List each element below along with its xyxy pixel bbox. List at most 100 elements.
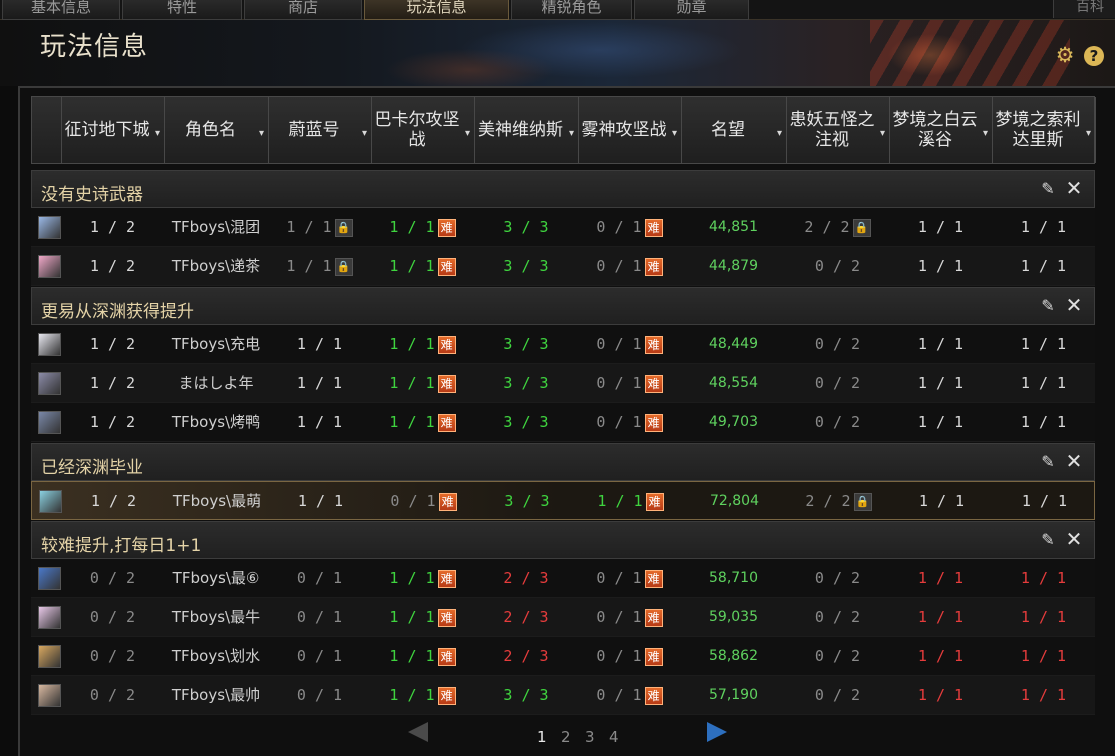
page-link-2[interactable]: 2 bbox=[561, 728, 571, 746]
sort-arrow-icon[interactable]: ▾ bbox=[1086, 124, 1091, 144]
table-row[interactable]: 0 / 2 TFboys\最⑥ 0 / 11 / 1难2 / 30 / 1 难 58,7… bbox=[31, 559, 1095, 598]
table-row[interactable]: 1 / 2 TFboys\混团 1 / 1 🔒 1 / 1难3 / 30 / 1 难 44,… bbox=[31, 208, 1095, 247]
venus-cell-value: 2 / 3 bbox=[503, 569, 549, 587]
tab-5[interactable]: 勋章 bbox=[634, 0, 749, 20]
table-row[interactable]: 1 / 2 TFboys\烤鸭 1 / 11 / 1难3 / 30 / 1 难 49,7… bbox=[31, 403, 1095, 442]
column-header-3[interactable]: 蔚蓝号 ▾ bbox=[269, 97, 372, 163]
group-header: 已经深渊毕业 ✎ ✕ bbox=[31, 443, 1095, 481]
wushen-cell: 1 / 1难 bbox=[579, 482, 682, 521]
table-row[interactable]: 0 / 2 TFboys\最帅 0 / 11 / 1难3 / 30 / 1 难 57,1… bbox=[31, 676, 1095, 715]
sort-arrow-icon[interactable]: ▾ bbox=[672, 124, 677, 144]
column-header-6[interactable]: 雾神攻坚战 ▾ bbox=[579, 97, 682, 163]
wuyao-cell: 2 / 2 🔒 bbox=[786, 208, 889, 247]
next-page-icon[interactable] bbox=[707, 722, 727, 742]
bakal-cell: 1 / 1难 bbox=[371, 676, 474, 715]
close-icon[interactable]: ✕ bbox=[1065, 295, 1083, 315]
tab-3[interactable]: 玩法信息 bbox=[364, 0, 509, 20]
dungeon-cell: 0 / 2 bbox=[61, 676, 164, 715]
help-icon[interactable]: ? bbox=[1084, 46, 1104, 66]
table-row[interactable]: 0 / 2 TFboys\划水 0 / 11 / 1难2 / 30 / 1 难 58,8… bbox=[31, 637, 1095, 676]
sort-arrow-icon[interactable]: ▾ bbox=[362, 124, 367, 144]
bakal-cell: 1 / 1难 bbox=[371, 403, 474, 442]
table-row[interactable]: 1 / 2 TFboys\最萌 1 / 10 / 1难3 / 31 / 1 难 72,8… bbox=[31, 481, 1095, 520]
venus-cell: 3 / 3 bbox=[474, 208, 578, 247]
column-header-8[interactable]: 患妖五怪之注视 ▾ bbox=[787, 97, 890, 163]
column-header-5[interactable]: 美神维纳斯 ▾ bbox=[475, 97, 579, 163]
edit-icon[interactable]: ✎ bbox=[1039, 453, 1057, 471]
wushen-cell-value: 0 / 1 bbox=[596, 413, 642, 431]
prev-page-icon[interactable] bbox=[408, 722, 428, 742]
solidaris-cell-value: 1 / 1 bbox=[1021, 492, 1068, 510]
hard-badge: 难 bbox=[644, 608, 663, 627]
hard-badge: 难 bbox=[644, 569, 663, 588]
bakal-cell-value: 1 / 1 bbox=[389, 569, 435, 587]
gear-icon[interactable]: ⚙ bbox=[1054, 44, 1076, 66]
table-row[interactable]: 1 / 2 TFboys\递茶 1 / 1 🔒 1 / 1难3 / 30 / 1 难 44,… bbox=[31, 247, 1095, 286]
dungeon-cell: 1 / 2 bbox=[61, 247, 164, 286]
weilan-cell: 0 / 1 bbox=[268, 559, 371, 598]
solidaris-cell-value: 1 / 1 bbox=[1020, 374, 1067, 392]
baiyun-cell-value: 1 / 1 bbox=[917, 413, 964, 431]
fame-cell-value: 59,035 bbox=[709, 609, 758, 625]
tab-encyclopedia[interactable]: 百科 bbox=[1053, 0, 1115, 18]
sort-arrow-icon[interactable]: ▾ bbox=[155, 124, 160, 144]
character-name-cell: まはしよ年 bbox=[164, 364, 268, 403]
venus-cell: 2 / 3 bbox=[474, 637, 578, 676]
solidaris-cell-value: 1 / 1 bbox=[1020, 413, 1067, 431]
sort-arrow-icon[interactable]: ▾ bbox=[465, 124, 470, 144]
column-header-10[interactable]: 梦境之索利达里斯 ▾ bbox=[993, 97, 1096, 163]
weilan-cell-value: 1 / 1 bbox=[296, 335, 343, 353]
character-name-cell-value: TFboys\最萌 bbox=[172, 492, 262, 510]
wuyao-cell-value: 2 / 2 bbox=[804, 218, 850, 236]
wushen-cell-value: 0 / 1 bbox=[596, 608, 642, 626]
edit-icon[interactable]: ✎ bbox=[1039, 297, 1057, 315]
tab-0[interactable]: 基本信息 bbox=[2, 0, 120, 20]
wushen-cell: 0 / 1难 bbox=[578, 208, 681, 247]
page-link-1[interactable]: 1 bbox=[537, 728, 547, 746]
sort-arrow-icon[interactable]: ▾ bbox=[569, 124, 574, 144]
baiyun-cell: 1 / 1 bbox=[889, 325, 992, 364]
edit-icon[interactable]: ✎ bbox=[1039, 180, 1057, 198]
sort-arrow-icon[interactable]: ▾ bbox=[880, 124, 885, 144]
solidaris-cell: 1 / 1 bbox=[992, 559, 1095, 598]
wushen-cell-value: 0 / 1 bbox=[596, 569, 642, 587]
group-title: 较难提升,打每日1+1 bbox=[41, 536, 202, 556]
column-header-4[interactable]: 巴卡尔攻坚战 ▾ bbox=[372, 97, 475, 163]
column-header-9[interactable]: 梦境之白云溪谷 ▾ bbox=[890, 97, 993, 163]
solidaris-cell: 1 / 1 bbox=[992, 208, 1095, 247]
column-header-1[interactable]: 征讨地下城 ▾ bbox=[62, 97, 165, 163]
column-header-7[interactable]: 名望 ▾ bbox=[682, 97, 787, 163]
edit-icon[interactable]: ✎ bbox=[1039, 531, 1057, 549]
bakal-cell-value: 1 / 1 bbox=[389, 218, 435, 236]
solidaris-cell: 1 / 1 bbox=[993, 482, 1096, 521]
table-row[interactable]: 0 / 2 TFboys\最牛 0 / 11 / 1难2 / 30 / 1 难 59,0… bbox=[31, 598, 1095, 637]
weilan-cell-value: 1 / 1 bbox=[296, 374, 343, 392]
tab-1[interactable]: 特性 bbox=[122, 0, 242, 20]
wuyao-cell-value: 0 / 2 bbox=[814, 647, 861, 665]
sort-arrow-icon[interactable]: ▾ bbox=[983, 124, 988, 144]
baiyun-cell-value: 1 / 1 bbox=[917, 335, 964, 353]
sort-arrow-icon[interactable]: ▾ bbox=[777, 124, 782, 144]
close-icon[interactable]: ✕ bbox=[1065, 529, 1083, 549]
baiyun-cell: 1 / 1 bbox=[889, 637, 992, 676]
venus-cell: 3 / 3 bbox=[474, 403, 578, 442]
character-name-cell: TFboys\混团 bbox=[164, 208, 268, 247]
close-icon[interactable]: ✕ bbox=[1065, 451, 1083, 471]
wuyao-cell-value: 0 / 2 bbox=[814, 257, 861, 275]
table-row[interactable]: 1 / 2 TFboys\充电 1 / 11 / 1难3 / 30 / 1 难 48,4… bbox=[31, 325, 1095, 364]
column-header-2[interactable]: 角色名 ▾ bbox=[165, 97, 269, 163]
venus-cell-value: 2 / 3 bbox=[503, 647, 549, 665]
close-icon[interactable]: ✕ bbox=[1065, 178, 1083, 198]
dungeon-cell-value: 0 / 2 bbox=[89, 569, 136, 587]
sort-arrow-icon[interactable]: ▾ bbox=[259, 124, 264, 144]
page-link-4[interactable]: 4 bbox=[609, 728, 619, 746]
wuyao-cell: 0 / 2 bbox=[786, 598, 889, 637]
page-link-3[interactable]: 3 bbox=[585, 728, 595, 746]
baiyun-cell-value: 1 / 1 bbox=[917, 647, 964, 665]
baiyun-cell-value: 1 / 1 bbox=[917, 374, 964, 392]
tab-2[interactable]: 商店 bbox=[244, 0, 362, 20]
table-row[interactable]: 1 / 2 まはしよ年 1 / 11 / 1难3 / 30 / 1 难 48,554 0 … bbox=[31, 364, 1095, 403]
baiyun-cell-value: 1 / 1 bbox=[917, 569, 964, 587]
fame-cell-value: 44,879 bbox=[709, 258, 758, 274]
tab-4[interactable]: 精锐角色 bbox=[511, 0, 632, 20]
